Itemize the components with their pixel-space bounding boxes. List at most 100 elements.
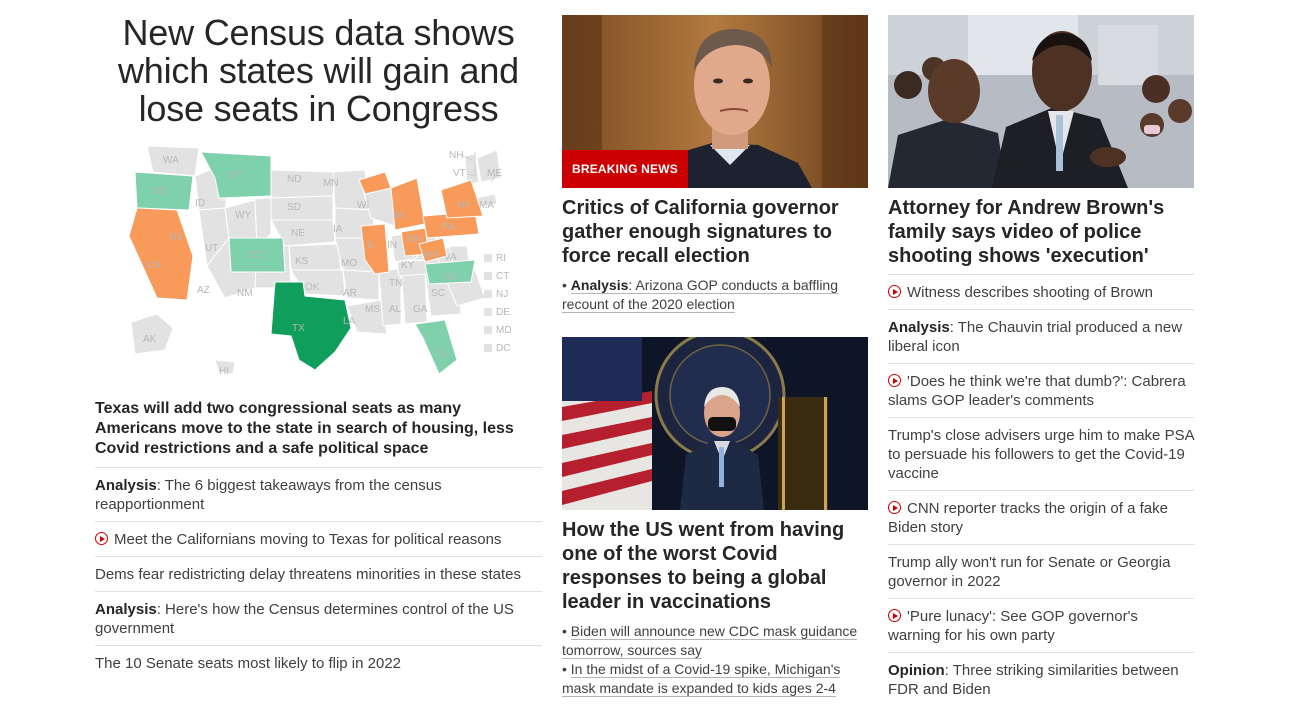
list-item-text: Dems fear redistricting delay threatens … xyxy=(95,566,522,583)
svg-text:NM: NM xyxy=(237,288,253,299)
svg-text:IL: IL xyxy=(367,240,376,251)
vaccination-headline[interactable]: How the US went from having one of the w… xyxy=(562,518,868,614)
right-related-list: Witness describes shooting of Brown Anal… xyxy=(888,281,1194,706)
list-item[interactable]: Analysis: The Chauvin trial produced a n… xyxy=(888,310,1194,364)
list-item[interactable]: 'Does he think we're that dumb?': Cabrer… xyxy=(888,364,1194,418)
svg-text:TX: TX xyxy=(292,323,305,334)
attorney-image xyxy=(888,15,1194,188)
us-map-graphic: WA OR CA NV ID MT WY UT AZ CO NM ND SD N… xyxy=(128,145,512,377)
list-item-text: 'Does he think we're that dumb?': Cabrer… xyxy=(888,373,1186,409)
svg-text:AK: AK xyxy=(143,334,157,345)
newsom-photo[interactable]: BREAKING NEWS xyxy=(562,15,868,188)
svg-text:OH: OH xyxy=(407,234,422,245)
list-item-text: Witness describes shooting of Brown xyxy=(907,284,1153,301)
list-item-text: Trump ally won't run for Senate or Georg… xyxy=(888,554,1171,590)
svg-text:MS: MS xyxy=(365,304,380,315)
right-column: Attorney for Andrew Brown's family says … xyxy=(888,15,1194,706)
svg-text:MN: MN xyxy=(323,178,339,189)
opinion-label: Opinion xyxy=(888,662,945,679)
list-item-text: Trump's close advisers urge him to make … xyxy=(888,427,1194,482)
play-video-icon xyxy=(95,532,108,545)
mask-guidance-link[interactable]: • Biden will announce new CDC mask guida… xyxy=(562,622,868,660)
svg-text:KY: KY xyxy=(401,260,415,271)
middle-column: BREAKING NEWS Critics of California gove… xyxy=(562,15,868,698)
list-item[interactable]: 'Pure lunacy': See GOP governor's warnin… xyxy=(888,599,1194,653)
svg-text:MI: MI xyxy=(393,210,404,221)
lead-headline[interactable]: New Census data shows which states will … xyxy=(95,14,542,128)
svg-text:WY: WY xyxy=(235,210,251,221)
svg-text:SD: SD xyxy=(287,202,301,213)
svg-text:MT: MT xyxy=(229,170,243,181)
list-item[interactable]: CNN reporter tracks the origin of a fake… xyxy=(888,491,1194,545)
svg-text:VT: VT xyxy=(453,168,466,179)
svg-text:NH: NH xyxy=(449,150,463,161)
analysis-label: Analysis xyxy=(570,277,629,293)
svg-text:KS: KS xyxy=(295,256,309,267)
svg-text:PA: PA xyxy=(442,222,455,233)
svg-text:DE: DE xyxy=(496,307,510,318)
related-text: In the midst of a Covid-19 spike, Michig… xyxy=(562,661,841,697)
analysis-label: Analysis xyxy=(95,477,157,494)
michigan-mask-link[interactable]: • In the midst of a Covid-19 spike, Mich… xyxy=(562,660,868,698)
biden-photo[interactable] xyxy=(562,337,868,510)
svg-text:ND: ND xyxy=(287,174,301,185)
attorney-photo[interactable] xyxy=(888,15,1194,188)
list-item[interactable]: Meet the Californians moving to Texas fo… xyxy=(95,522,542,557)
svg-text:WV: WV xyxy=(423,250,439,261)
svg-text:NY: NY xyxy=(457,200,471,211)
recall-headline[interactable]: Critics of California governor gather en… xyxy=(562,196,868,268)
svg-text:CA: CA xyxy=(147,260,161,271)
biden-image xyxy=(562,337,868,510)
svg-text:IN: IN xyxy=(387,240,397,251)
svg-text:FL: FL xyxy=(437,348,449,359)
brown-headline[interactable]: Attorney for Andrew Brown's family says … xyxy=(888,196,1194,275)
svg-text:UT: UT xyxy=(205,243,218,254)
list-item[interactable]: Dems fear redistricting delay threatens … xyxy=(95,557,542,592)
svg-text:OR: OR xyxy=(152,186,167,197)
svg-text:WI: WI xyxy=(357,200,369,211)
svg-text:MA: MA xyxy=(479,200,494,211)
svg-text:HI: HI xyxy=(219,366,229,377)
play-video-icon xyxy=(888,501,901,514)
list-item[interactable]: The 10 Senate seats most likely to flip … xyxy=(95,646,542,680)
svg-text:DC: DC xyxy=(496,343,510,354)
svg-text:RI: RI xyxy=(496,253,506,264)
list-item-text: : Here's how the Census determines contr… xyxy=(95,601,514,637)
list-item[interactable]: Opinion: Three striking similarities bet… xyxy=(888,653,1194,706)
analysis-label: Analysis xyxy=(95,601,157,618)
svg-text:NE: NE xyxy=(291,228,305,239)
svg-text:MO: MO xyxy=(341,258,357,269)
list-item[interactable]: Trump's close advisers urge him to make … xyxy=(888,418,1194,491)
svg-text:TN: TN xyxy=(389,278,402,289)
svg-text:MD: MD xyxy=(496,325,512,336)
list-item-text: 'Pure lunacy': See GOP governor's warnin… xyxy=(888,608,1138,644)
analysis-label: Analysis xyxy=(888,319,950,336)
svg-text:SC: SC xyxy=(431,288,445,299)
play-video-icon xyxy=(888,374,901,387)
lead-subheadline[interactable]: Texas will add two congressional seats a… xyxy=(95,399,542,468)
list-item[interactable]: Trump ally won't run for Senate or Georg… xyxy=(888,545,1194,599)
svg-text:CT: CT xyxy=(496,271,509,282)
svg-text:NV: NV xyxy=(169,232,183,243)
list-item[interactable]: Analysis: The 6 biggest takeaways from t… xyxy=(95,468,542,522)
census-map[interactable]: WA OR CA NV ID MT WY UT AZ CO NM ND SD N… xyxy=(95,138,542,383)
svg-text:CO: CO xyxy=(247,250,262,261)
svg-text:AL: AL xyxy=(389,304,402,315)
breaking-news-badge: BREAKING NEWS xyxy=(562,150,688,188)
lead-related-list: Analysis: The 6 biggest takeaways from t… xyxy=(95,468,542,680)
svg-text:ID: ID xyxy=(195,198,205,209)
list-item[interactable]: Witness describes shooting of Brown xyxy=(888,281,1194,310)
lead-story: New Census data shows which states will … xyxy=(95,14,542,680)
svg-text:GA: GA xyxy=(413,304,428,315)
svg-text:LA: LA xyxy=(343,316,356,327)
svg-text:AZ: AZ xyxy=(197,285,210,296)
svg-text:IA: IA xyxy=(333,224,343,235)
related-text: Biden will announce new CDC mask guidanc… xyxy=(562,623,858,659)
play-video-icon xyxy=(888,609,901,622)
recall-related-link[interactable]: • Analysis: Arizona GOP conducts a baffl… xyxy=(562,276,868,314)
play-video-icon xyxy=(888,285,901,298)
svg-text:NC: NC xyxy=(443,272,457,283)
list-item[interactable]: Analysis: Here's how the Census determin… xyxy=(95,592,542,646)
svg-text:WA: WA xyxy=(163,155,179,166)
svg-text:VA: VA xyxy=(444,252,457,263)
